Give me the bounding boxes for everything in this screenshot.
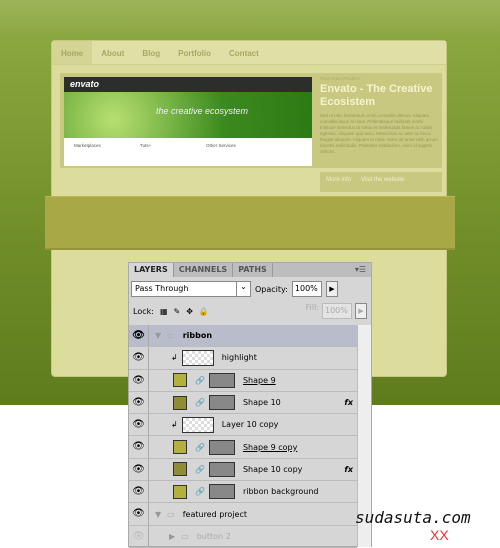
col: Other Services: [206, 143, 236, 148]
nav-about[interactable]: About: [92, 41, 133, 64]
watermark: sudasuta.com: [355, 508, 471, 527]
opacity-label: Opacity:: [255, 284, 288, 294]
eye-icon[interactable]: 👁: [129, 458, 149, 481]
color-swatch[interactable]: [173, 462, 187, 477]
color-swatch[interactable]: [173, 484, 187, 499]
nav-blog[interactable]: Blog: [133, 41, 169, 64]
fx-icon[interactable]: fx: [344, 398, 353, 407]
layer-name: Shape 10 copy: [242, 464, 303, 474]
layer-row[interactable]: 👁 🔗 Shape 9: [129, 369, 357, 392]
collapse-arrow-icon[interactable]: ▼: [155, 510, 161, 519]
site-nav: Home About Blog Portfolio Contact: [52, 41, 446, 65]
opacity-arrow[interactable]: ▶: [325, 281, 338, 297]
lock-transparency-icon[interactable]: ▦: [160, 307, 168, 316]
layer-name: button 2: [196, 531, 231, 541]
layer-name: Shape 9 copy: [242, 442, 298, 452]
visit-website-button[interactable]: Visit the website: [361, 177, 404, 192]
col: Marketplaces: [74, 143, 101, 148]
layer-row[interactable]: 👁 ↲ highlight: [129, 347, 357, 370]
watermark-mark: XX: [430, 527, 449, 543]
expand-arrow-icon[interactable]: ▶: [169, 532, 175, 541]
lock-move-icon[interactable]: ✥: [186, 307, 193, 316]
eye-icon[interactable]: 👁: [129, 391, 149, 414]
layers-list: 👁 ▼ ▭ ribbon 👁 ↲ highlight 👁 🔗 Shape 9 👁 🔗 Shape 10 f…: [129, 325, 357, 548]
eye-icon[interactable]: 👁: [129, 525, 149, 547]
featured-label: FEATURED PROJECT: [320, 76, 362, 81]
layer-name: ribbon background: [242, 487, 319, 497]
hero-text: the creative ecosystem: [64, 92, 312, 138]
layer-row[interactable]: 👁 🔗 Shape 10 fx: [129, 391, 357, 415]
clip-arrow-icon: ↲: [171, 420, 178, 430]
eye-icon[interactable]: 👁: [129, 369, 149, 391]
fill-label: Fill:: [305, 303, 319, 312]
chevron-down-icon: ⌄: [236, 282, 250, 296]
layer-row[interactable]: 👁 ↲ Layer 10 copy: [129, 414, 357, 437]
link-icon: 🔗: [195, 464, 205, 474]
layer-row[interactable]: 👁 🔗 Shape 9 copy: [129, 436, 357, 459]
layer-name: Shape 9: [242, 375, 276, 385]
vector-mask-thumbnail: [208, 461, 235, 477]
nav-contact[interactable]: Contact: [220, 41, 268, 64]
tab-channels[interactable]: CHANNELS: [174, 263, 234, 277]
col: Tuts+: [140, 143, 152, 148]
layer-name: highlight: [221, 353, 257, 363]
layer-thumbnail: [181, 349, 214, 366]
layer-name: featured project: [182, 509, 247, 519]
layer-thumbnail: [181, 416, 214, 433]
envato-logo: envato: [64, 77, 312, 92]
link-icon: 🔗: [195, 375, 205, 385]
folder-icon: ▭: [181, 531, 189, 541]
eye-icon[interactable]: 👁: [129, 414, 149, 436]
clip-arrow-icon: ↲: [171, 353, 178, 363]
layer-name: Layer 10 copy: [221, 420, 279, 430]
collapse-arrow-icon[interactable]: ▼: [155, 331, 161, 340]
vector-mask-thumbnail: [208, 484, 235, 500]
more-info-button[interactable]: More info: [326, 177, 351, 192]
eye-icon[interactable]: 👁: [129, 481, 149, 503]
link-icon: 🔗: [195, 487, 205, 497]
lock-all-icon[interactable]: 🔒: [199, 307, 209, 316]
color-swatch[interactable]: [173, 440, 187, 455]
color-swatch[interactable]: [173, 373, 187, 388]
fill-arrow[interactable]: ▶: [355, 303, 367, 319]
tab-layers[interactable]: LAYERS: [129, 263, 174, 277]
project-screenshot: envato the creative ecosystem Marketplac…: [64, 77, 312, 166]
blend-mode-select[interactable]: Pass Through ⌄: [131, 281, 251, 297]
layers-panel: LAYERS CHANNELS PATHS ▾☰ Pass Through ⌄ O…: [128, 262, 372, 548]
eye-icon[interactable]: 👁: [129, 503, 149, 525]
opacity-input[interactable]: 100%: [291, 281, 322, 297]
featured-body: Sed ut odio fermentum enim convallis ult…: [320, 113, 438, 154]
vector-mask-thumbnail: [208, 372, 235, 388]
layer-name: Shape 10: [242, 398, 281, 408]
eye-icon[interactable]: 👁: [129, 347, 149, 369]
folder-icon: ▭: [167, 331, 175, 341]
folder-icon: ▭: [167, 509, 175, 519]
tab-paths[interactable]: PATHS: [233, 263, 273, 277]
eye-icon[interactable]: 👁: [129, 436, 149, 458]
eye-icon[interactable]: 👁: [129, 325, 149, 347]
link-icon: 🔗: [195, 442, 205, 452]
layer-row[interactable]: 👁 🔗 ribbon background: [129, 481, 357, 504]
layer-row[interactable]: 👁 ▶ ▭ button 2: [129, 525, 357, 548]
color-swatch[interactable]: [173, 395, 187, 410]
vector-mask-thumbnail: [208, 439, 235, 455]
nav-home[interactable]: Home: [52, 41, 93, 64]
lock-label: Lock:: [133, 306, 154, 316]
layer-row[interactable]: 👁 ▼ ▭ featured project: [129, 503, 357, 526]
vector-mask-thumbnail: [208, 395, 235, 411]
featured-title: Envato - The Creative Ecosistem: [320, 83, 433, 108]
featured-project: envato the creative ecosystem Marketplac…: [60, 73, 442, 168]
nav-portfolio[interactable]: Portfolio: [169, 41, 220, 64]
fill-input[interactable]: 100%: [322, 303, 352, 319]
ribbon: [45, 196, 455, 250]
link-icon: 🔗: [195, 398, 205, 408]
layer-name: ribbon: [182, 331, 213, 341]
layer-row[interactable]: 👁 ▼ ▭ ribbon: [129, 325, 357, 348]
lock-brush-icon[interactable]: ✎: [174, 307, 181, 316]
panel-menu-icon[interactable]: ▾☰: [350, 263, 371, 277]
layer-row[interactable]: 👁 🔗 Shape 10 copy fx: [129, 458, 357, 482]
fx-icon[interactable]: fx: [344, 465, 353, 474]
